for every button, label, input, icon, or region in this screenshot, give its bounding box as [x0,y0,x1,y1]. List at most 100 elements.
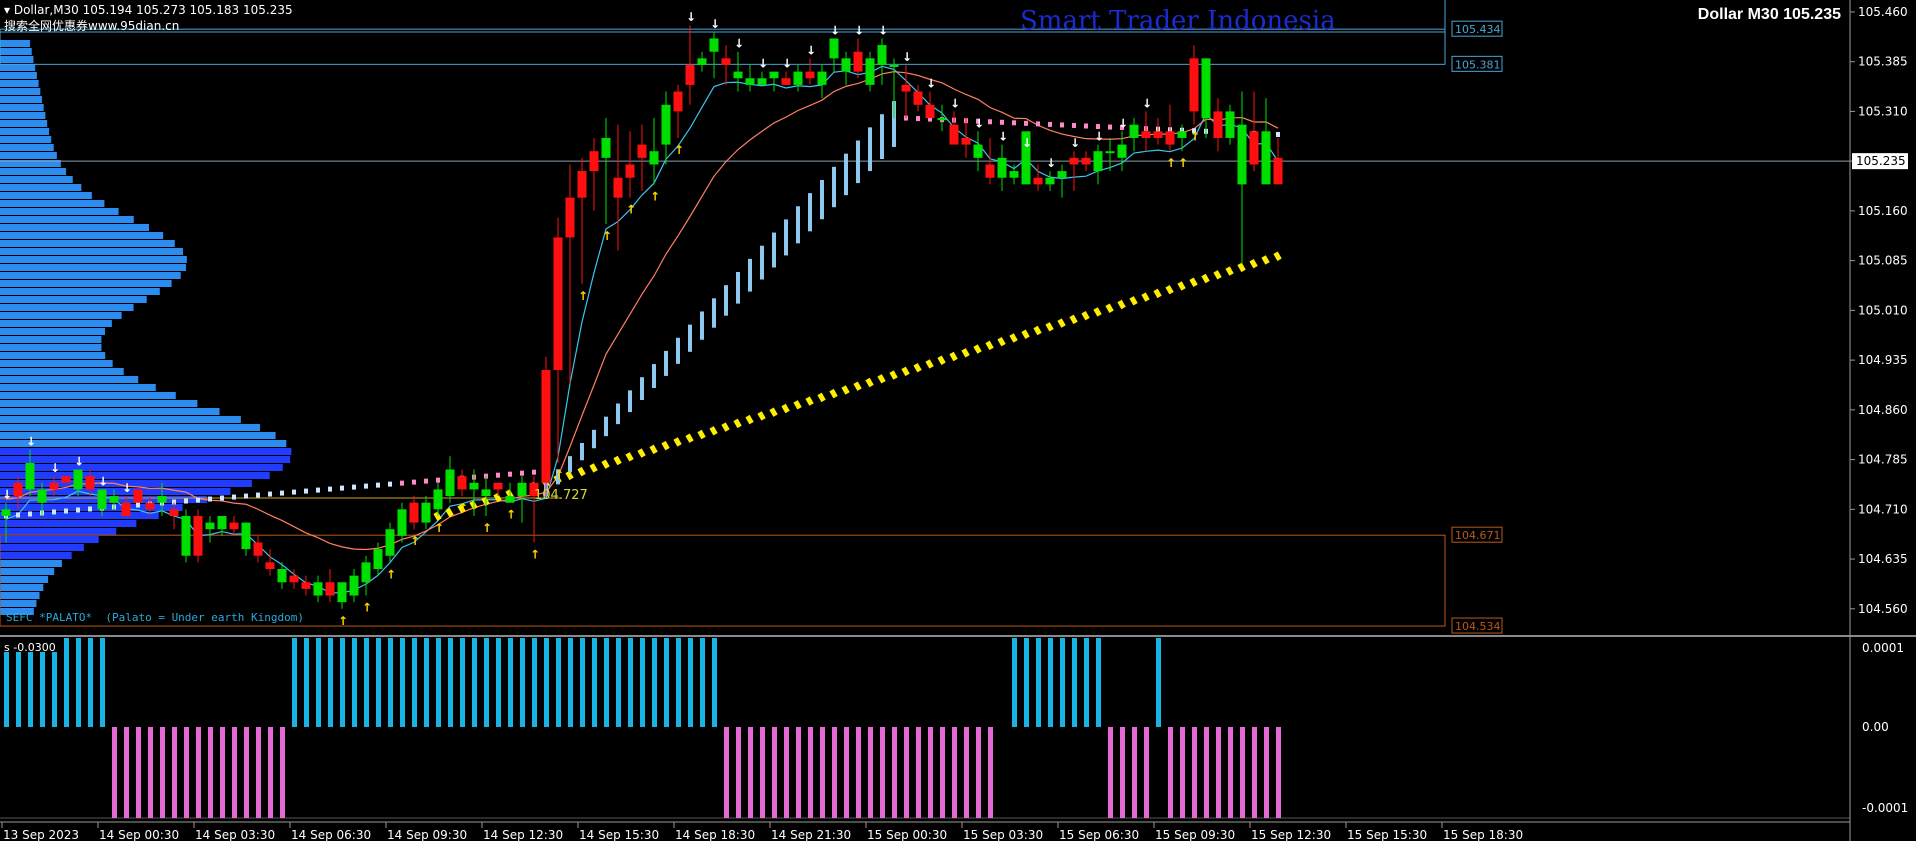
histogram-bar-negative [1168,727,1173,818]
trend-dash [208,496,212,502]
yellow-ma-dot [697,429,706,440]
candle-body [97,489,107,510]
candle-body [649,151,659,165]
sell-arrow-icon: ↓ [1070,136,1080,150]
candle-body [205,522,215,530]
histogram-bar-positive [628,638,633,727]
trend-dash [796,206,800,244]
candle-body [661,104,671,145]
histogram-bar-negative [916,727,921,818]
candle-body [1213,111,1223,138]
histogram-bar-negative [172,727,177,818]
yellow-ma-dot [1273,251,1282,261]
profile-bar [0,304,134,311]
histogram-bar-negative [196,727,201,818]
histogram-bar-positive [88,638,93,727]
histogram-bar-negative [184,727,189,818]
profile-bar [0,224,150,231]
profile-bar [0,456,291,463]
candle-body [685,64,695,85]
candle-body [805,71,815,79]
candle-body [1141,131,1151,138]
sell-arrow-icon: ↓ [734,37,744,51]
trend-dash [220,495,224,501]
candle-body [1237,124,1247,185]
candle-body [709,38,719,52]
profile-bar [0,40,31,47]
candle-body [337,582,347,603]
profile-bar [0,376,139,383]
candle-body [541,370,551,483]
candle-body [925,104,935,119]
profile-bar [0,432,276,439]
trend-dash [1276,131,1280,137]
dropdown-icon[interactable]: ▾ [4,3,14,17]
yellow-ma-dot [673,437,682,447]
sub-tick-label: -0.0001 [1862,801,1908,815]
trend-dash [988,119,992,125]
sell-arrow-icon: ↓ [758,57,768,71]
yellow-ma-dot [1093,307,1102,317]
candle-body [421,502,431,523]
candle-body [673,91,683,112]
candle-body [1081,157,1091,165]
level-label: 104.727 [534,488,588,503]
candle-body [1057,171,1067,178]
buy-arrow-icon: ↑ [530,547,540,561]
yellow-ma-dot [1225,266,1234,276]
trend-dash [1048,121,1052,127]
candle-body [1153,131,1163,138]
profile-bar [0,128,50,135]
time-label: 15 Sep 00:30 [867,828,947,841]
histogram-bar-positive [64,638,69,727]
histogram-bar-positive [1048,638,1053,727]
candle-body [61,476,71,483]
candle-body [25,462,35,490]
yellow-ma-dot [1057,318,1066,328]
candle-body [469,482,479,490]
profile-bar [0,408,220,415]
histogram-bar-positive [76,638,81,727]
trend-dash [1036,121,1040,127]
histogram-bar-negative [976,727,981,818]
candle-body [229,522,239,530]
profile-bar [0,264,187,271]
candles [1,25,1283,609]
time-label: 15 Sep 09:30 [1155,828,1235,841]
histogram-bar-positive [340,638,345,727]
time-label: 15 Sep 12:30 [1251,828,1331,841]
histogram-bar-negative [892,727,897,818]
histogram-bar-negative [928,727,933,818]
candle-body [721,58,731,65]
level-box-label: 105.434 [1455,23,1501,36]
candle-body [697,58,707,65]
trend-dash [436,477,440,483]
histogram-bar-positive [364,638,369,727]
profile-bar [0,312,122,319]
candle-body [73,469,83,490]
trend-dash [736,272,740,304]
profile-bar [0,400,198,407]
sell-arrow-icon: ↓ [782,57,792,71]
symbol-header[interactable]: ▾ Dollar,M30 105.194 105.273 105.183 105… [4,3,293,17]
trend-dash [280,490,284,496]
histogram-bar-negative [244,727,249,818]
trend-dash [832,166,836,208]
trend-dash [232,494,236,500]
candle-body [769,71,779,79]
sell-arrow-icon: ↓ [26,435,36,449]
yellow-ma-dot [1141,292,1150,302]
buy-arrow-icon: ↑ [1190,130,1200,144]
histogram-bar-positive [688,638,693,727]
sell-arrow-icon: ↓ [1094,130,1104,144]
buy-arrow-icon: ↑ [602,229,612,243]
candle-body [865,58,875,85]
trend-dash [760,245,764,280]
histogram-bar-negative [232,727,237,818]
histogram-bar-negative [784,727,789,818]
histogram-bar-negative [964,727,969,818]
histogram-bar-positive [316,638,321,727]
candle-body [397,509,407,536]
trend-dash [412,479,416,485]
trend-dash [196,497,200,503]
